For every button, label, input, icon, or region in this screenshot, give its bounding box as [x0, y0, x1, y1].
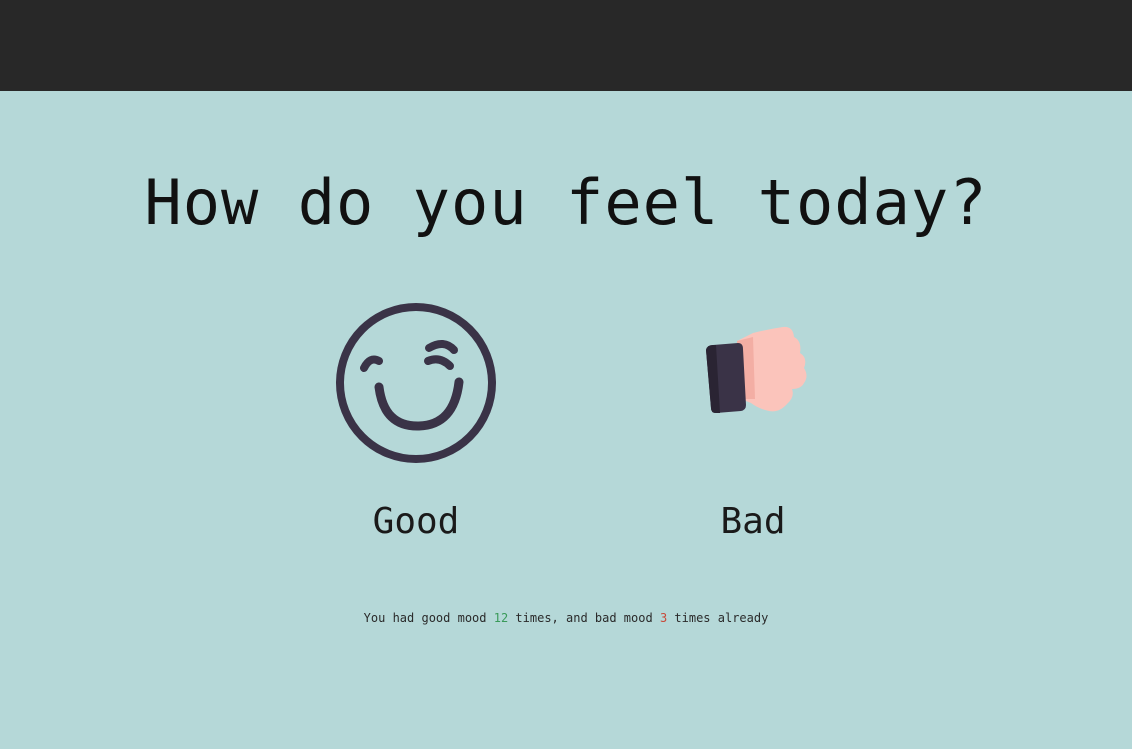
thumbs-down-hand-icon [643, 301, 863, 465]
summary-suffix: times already [674, 611, 769, 625]
top-bar [0, 0, 1132, 91]
main-content: How do you feel today? Good Bad You had … [0, 91, 1132, 749]
page-title: How do you feel today? [144, 166, 988, 239]
smiley-face-icon [306, 301, 526, 465]
good-mood-button[interactable]: Good [306, 301, 526, 542]
bad-mood-label: Bad [720, 501, 786, 542]
summary-prefix: You had good mood [363, 611, 487, 625]
bad-mood-button[interactable]: Bad [643, 301, 863, 542]
good-mood-count: 12 [493, 611, 509, 625]
summary-middle: times, and bad mood [515, 611, 653, 625]
mood-summary: You had good mood 12 times, and bad mood… [0, 611, 1132, 625]
bad-mood-count: 3 [659, 611, 668, 625]
good-mood-label: Good [372, 501, 460, 542]
